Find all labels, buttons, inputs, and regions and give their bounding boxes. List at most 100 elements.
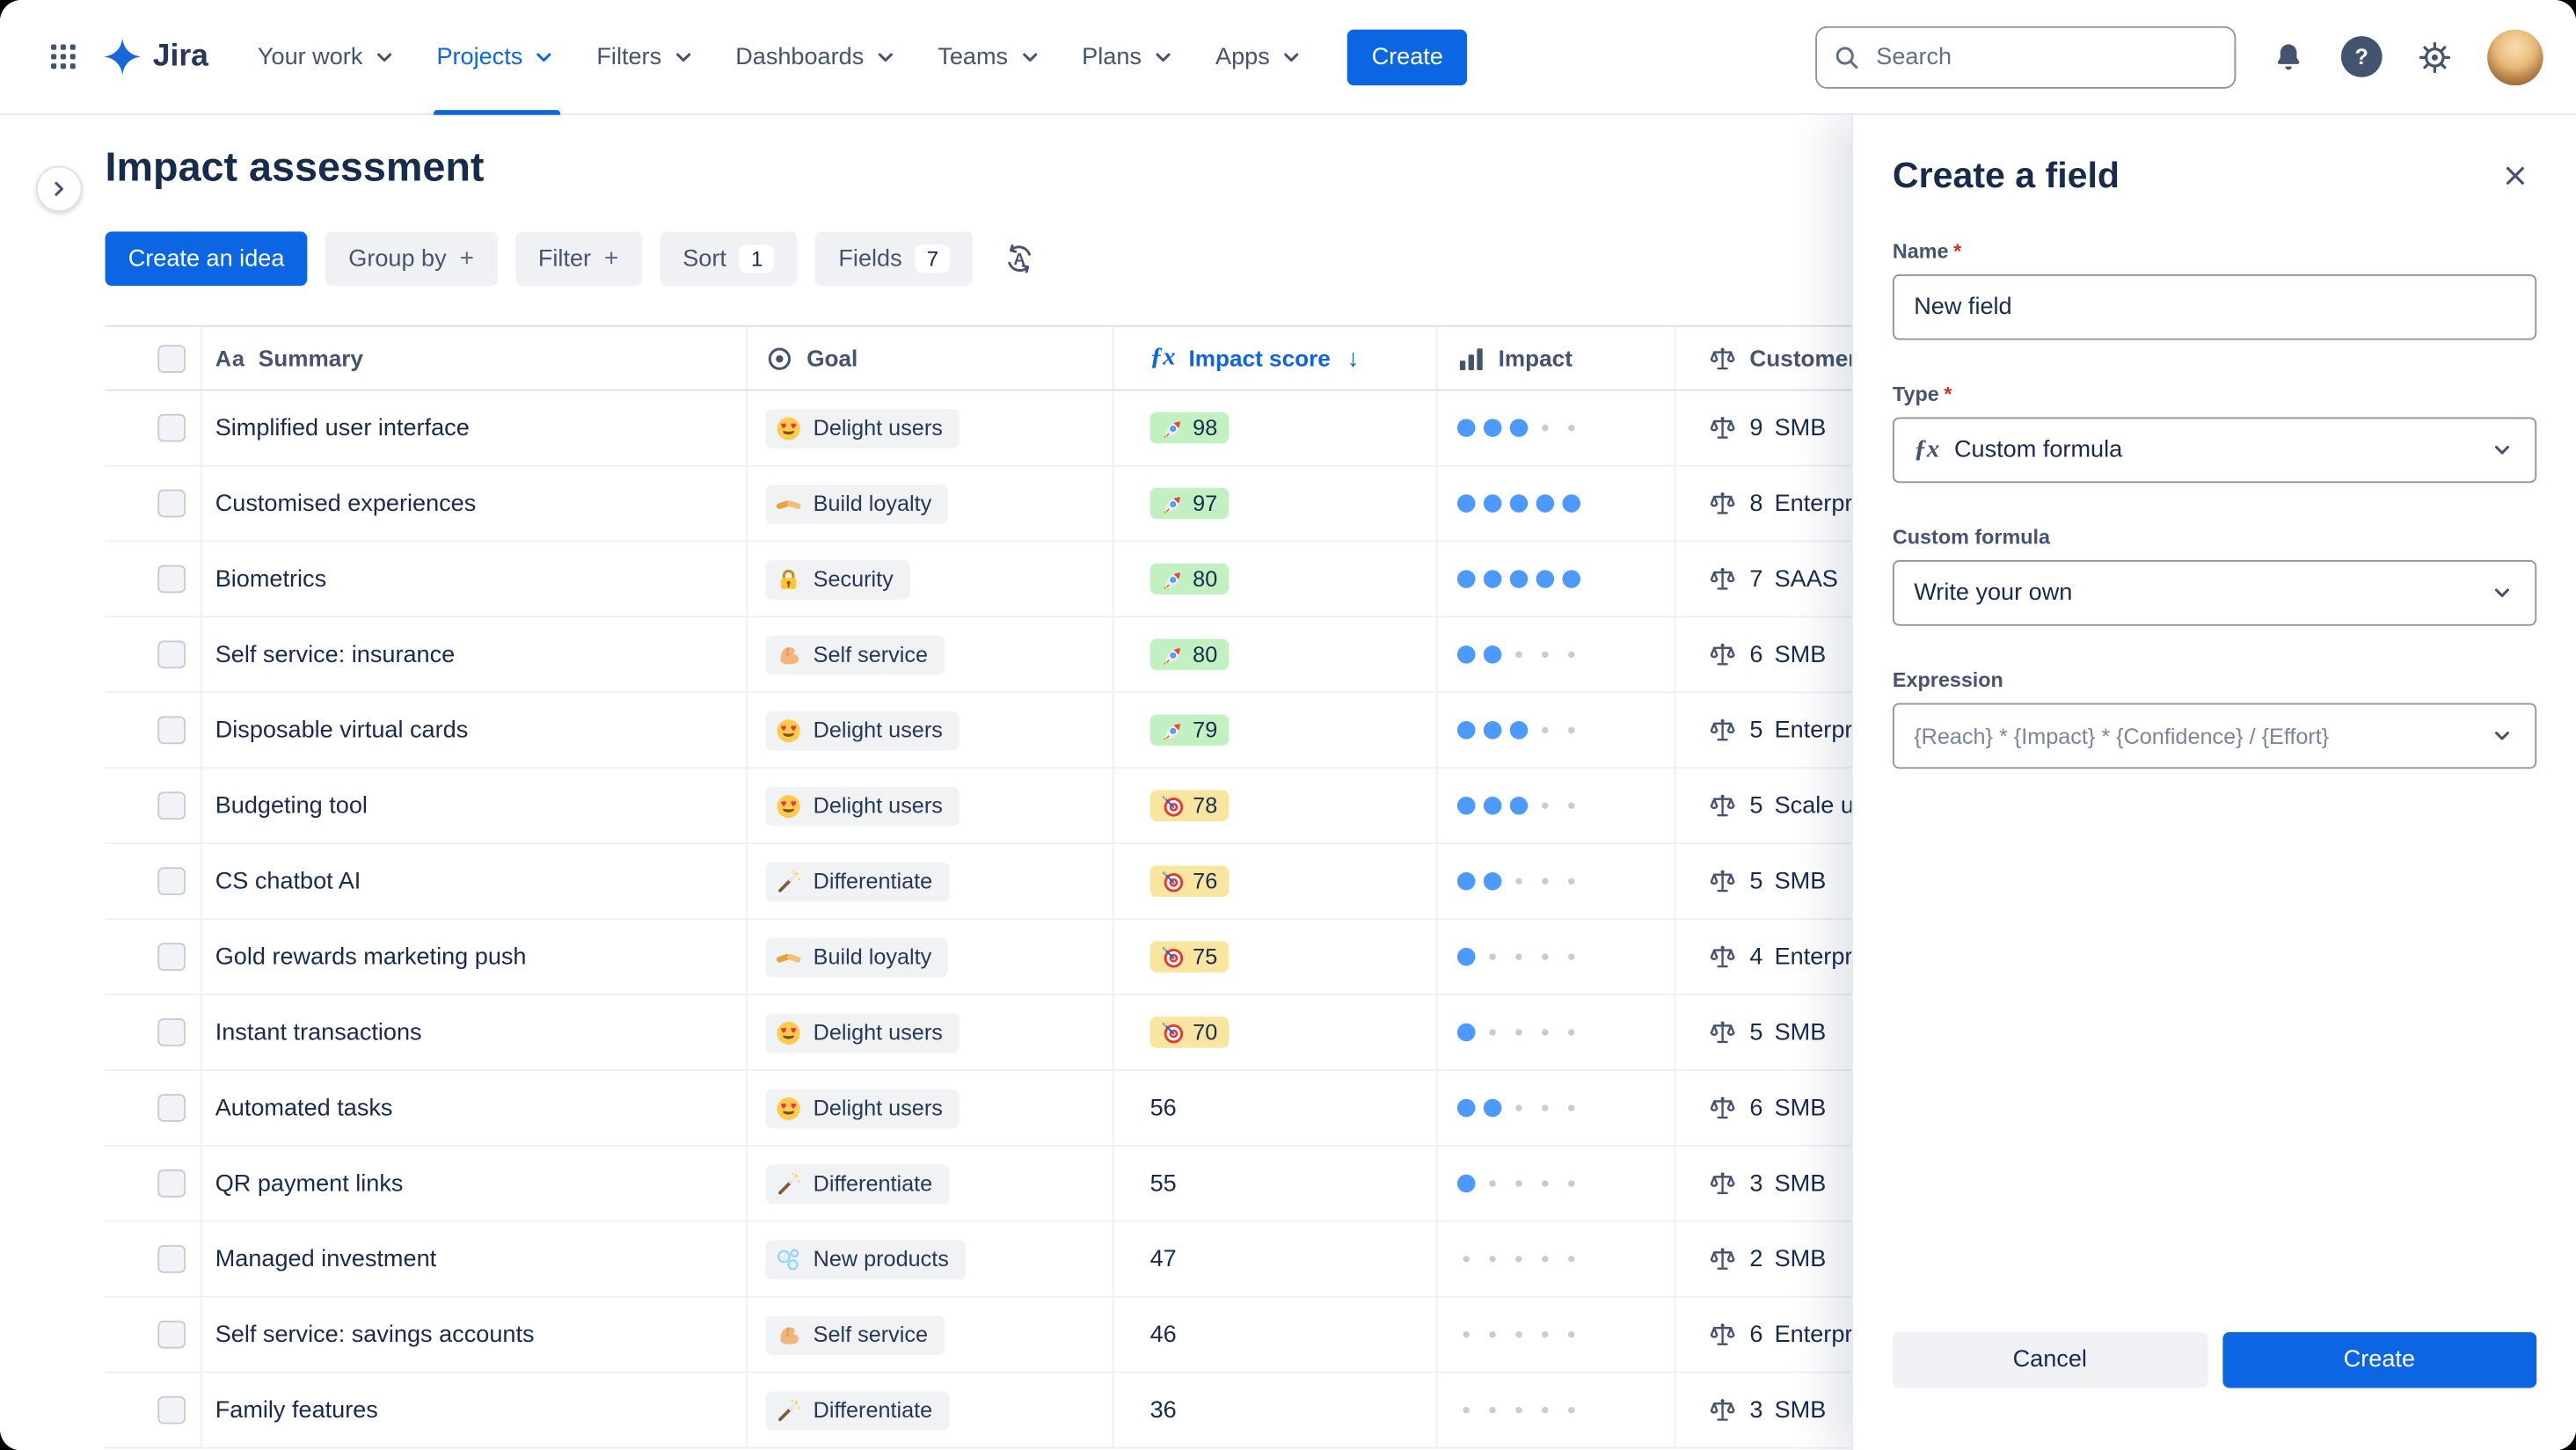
goal-chip[interactable]: Delight users xyxy=(765,710,960,750)
idea-summary[interactable]: Budgeting tool xyxy=(215,792,368,819)
impact-rating-dots[interactable] xyxy=(1456,871,1580,891)
idea-summary[interactable]: Instant transactions xyxy=(215,1019,422,1046)
idea-summary[interactable]: Automated tasks xyxy=(215,1095,393,1121)
table-row[interactable]: Simplified user interface Delight users … xyxy=(105,390,1989,467)
impact-rating-dots[interactable] xyxy=(1457,1325,1580,1344)
help-icon[interactable]: ? xyxy=(2340,36,2383,77)
table-row[interactable]: Gold rewards marketing push Build loyalt… xyxy=(105,920,1989,996)
idea-summary[interactable]: Biometrics xyxy=(215,566,326,593)
table-row[interactable]: Self service: savings accounts Self serv… xyxy=(105,1297,1989,1373)
table-row[interactable]: Managed investment New products 47 2 SMB xyxy=(105,1221,1989,1298)
idea-summary[interactable]: Self service: savings accounts xyxy=(215,1322,535,1348)
impact-score-badge[interactable]: 80 xyxy=(1149,638,1230,671)
table-row[interactable]: Budgeting tool Delight users 78 5 Scale … xyxy=(105,769,1989,845)
field-name-input[interactable] xyxy=(1892,273,2537,340)
goal-chip[interactable]: Differentiate xyxy=(765,1163,949,1204)
expression-select[interactable]: {Reach} * {Impact} * {Confidence} / {Eff… xyxy=(1892,703,2537,769)
settings-gear-icon[interactable] xyxy=(2408,31,2461,84)
nav-item-filters[interactable]: Filters xyxy=(577,0,716,114)
impact-score-badge[interactable]: 98 xyxy=(1149,412,1230,444)
filter-button[interactable]: Filter + xyxy=(514,231,642,287)
goal-chip[interactable]: Delight users xyxy=(765,1012,960,1053)
row-checkbox[interactable] xyxy=(157,640,186,669)
table-row[interactable]: Family features Differentiate 36 3 SMB xyxy=(105,1373,1989,1449)
impact-score-badge[interactable]: 36 xyxy=(1150,1397,1177,1424)
impact-rating-dots[interactable] xyxy=(1456,494,1581,513)
idea-summary[interactable]: CS chatbot AI xyxy=(215,868,361,894)
app-switcher-icon[interactable] xyxy=(40,33,87,80)
create-field-button[interactable]: Create xyxy=(2222,1331,2537,1388)
search-input[interactable] xyxy=(1872,41,2218,72)
goal-column-header[interactable]: Goal xyxy=(748,326,1114,390)
row-checkbox[interactable] xyxy=(157,1169,186,1198)
goal-chip[interactable]: Differentiate xyxy=(765,1390,949,1431)
search-box[interactable] xyxy=(1815,25,2237,88)
impact-column-header[interactable]: Impact xyxy=(1438,326,1676,390)
create-idea-button[interactable]: Create an idea xyxy=(105,231,308,287)
table-row[interactable]: Customised experiences Build loyalty 97 … xyxy=(105,466,1989,543)
table-row[interactable]: Self service: insurance Self service 80 … xyxy=(105,617,1989,694)
notifications-bell-icon[interactable] xyxy=(2262,31,2315,84)
impact-score-badge[interactable]: 80 xyxy=(1149,563,1230,595)
goal-chip[interactable]: Security xyxy=(765,559,910,599)
jira-logo[interactable]: Jira xyxy=(104,38,208,76)
nav-item-plans[interactable]: Plans xyxy=(1062,0,1196,114)
impact-rating-dots[interactable] xyxy=(1457,1250,1580,1269)
nav-item-apps[interactable]: Apps xyxy=(1196,0,1324,114)
row-checkbox[interactable] xyxy=(157,791,186,820)
row-checkbox[interactable] xyxy=(157,1018,186,1046)
row-checkbox[interactable] xyxy=(157,1395,186,1424)
field-type-select[interactable]: ƒx Custom formula xyxy=(1892,417,2537,484)
create-button[interactable]: Create xyxy=(1346,28,1468,85)
table-row[interactable]: Disposable virtual cards Delight users 7… xyxy=(105,693,1989,769)
goal-chip[interactable]: Delight users xyxy=(765,408,960,448)
impact-score-badge[interactable]: 78 xyxy=(1149,790,1230,821)
goal-chip[interactable]: Build loyalty xyxy=(765,484,948,523)
impact-score-badge[interactable]: 76 xyxy=(1149,865,1230,897)
row-checkbox[interactable] xyxy=(157,867,186,896)
row-checkbox[interactable] xyxy=(157,1094,186,1122)
user-avatar[interactable] xyxy=(2487,28,2543,85)
impact-score-badge[interactable]: 47 xyxy=(1150,1246,1177,1272)
summary-column-header[interactable]: Aa Summary xyxy=(202,326,748,390)
goal-chip[interactable]: Self service xyxy=(765,1315,945,1355)
nav-item-your-work[interactable]: Your work xyxy=(238,0,418,114)
impact-score-column-header[interactable]: ƒx Impact score ↓ xyxy=(1114,326,1438,390)
goal-chip[interactable]: New products xyxy=(765,1239,966,1279)
row-checkbox[interactable] xyxy=(157,1244,186,1273)
impact-rating-dots[interactable] xyxy=(1456,419,1580,437)
idea-summary[interactable]: Family features xyxy=(215,1397,378,1424)
table-row[interactable]: Instant transactions Delight users 70 5 … xyxy=(105,995,1989,1071)
impact-rating-dots[interactable] xyxy=(1456,721,1580,740)
impact-rating-dots[interactable] xyxy=(1456,1023,1580,1042)
impact-rating-dots[interactable] xyxy=(1457,1401,1580,1419)
impact-rating-dots[interactable] xyxy=(1456,570,1581,588)
cancel-button[interactable]: Cancel xyxy=(1892,1331,2207,1388)
table-row[interactable]: Biometrics Security 80 7 SAAS xyxy=(105,542,1989,618)
goal-chip[interactable]: Delight users xyxy=(765,785,960,826)
goal-chip[interactable]: Delight users xyxy=(765,1088,960,1128)
table-row[interactable]: CS chatbot AI Differentiate 76 5 SMB xyxy=(105,844,1989,921)
close-icon[interactable] xyxy=(2494,155,2537,198)
impact-score-badge[interactable]: 97 xyxy=(1149,487,1230,520)
table-row[interactable]: Automated tasks Delight users 56 6 SMB xyxy=(105,1070,1989,1147)
nav-item-dashboards[interactable]: Dashboards xyxy=(716,0,918,114)
sort-button[interactable]: Sort 1 xyxy=(660,231,798,287)
nav-item-projects[interactable]: Projects xyxy=(417,0,577,114)
select-all-checkbox[interactable] xyxy=(157,344,186,373)
impact-rating-dots[interactable] xyxy=(1456,1098,1580,1118)
nav-item-teams[interactable]: Teams xyxy=(918,0,1062,114)
impact-rating-dots[interactable] xyxy=(1456,947,1580,966)
idea-summary[interactable]: Disposable virtual cards xyxy=(215,717,469,743)
impact-rating-dots[interactable] xyxy=(1456,1174,1580,1193)
row-checkbox[interactable] xyxy=(157,716,186,745)
fields-button[interactable]: Fields 7 xyxy=(815,231,974,287)
impact-score-badge[interactable]: 46 xyxy=(1150,1322,1177,1348)
rank-refresh-icon-button[interactable] xyxy=(991,231,1047,286)
idea-summary[interactable]: Managed investment xyxy=(215,1246,436,1272)
row-checkbox[interactable] xyxy=(157,565,186,594)
goal-chip[interactable]: Self service xyxy=(765,634,945,674)
row-checkbox[interactable] xyxy=(157,413,186,442)
custom-formula-select[interactable]: Write your own xyxy=(1892,559,2537,626)
idea-summary[interactable]: Customised experiences xyxy=(215,491,477,517)
